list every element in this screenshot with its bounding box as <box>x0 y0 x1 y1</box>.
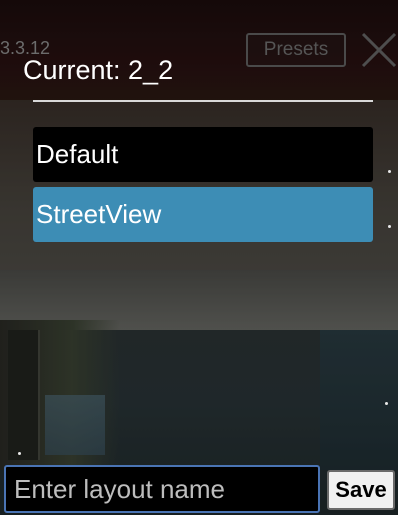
close-icon[interactable] <box>359 30 398 70</box>
layout-item-label: StreetView <box>36 199 162 229</box>
presets-button[interactable]: Presets <box>246 33 346 67</box>
layout-item-default[interactable]: Default <box>33 127 373 182</box>
marker-dot <box>388 225 391 228</box>
marker-dot <box>385 402 388 405</box>
menu-divider <box>33 100 373 102</box>
camera-view: 3.3.12 Presets Current: 2_2 Default Stre… <box>0 0 398 515</box>
marker-dot <box>18 452 21 455</box>
current-layout-label: Current: 2_2 <box>23 55 174 85</box>
marker-dot <box>388 170 391 173</box>
save-button[interactable]: Save <box>327 470 395 510</box>
layout-name-input[interactable] <box>4 465 320 513</box>
layout-item-streetview[interactable]: StreetView <box>33 187 373 242</box>
layout-item-label: Default <box>36 139 119 169</box>
